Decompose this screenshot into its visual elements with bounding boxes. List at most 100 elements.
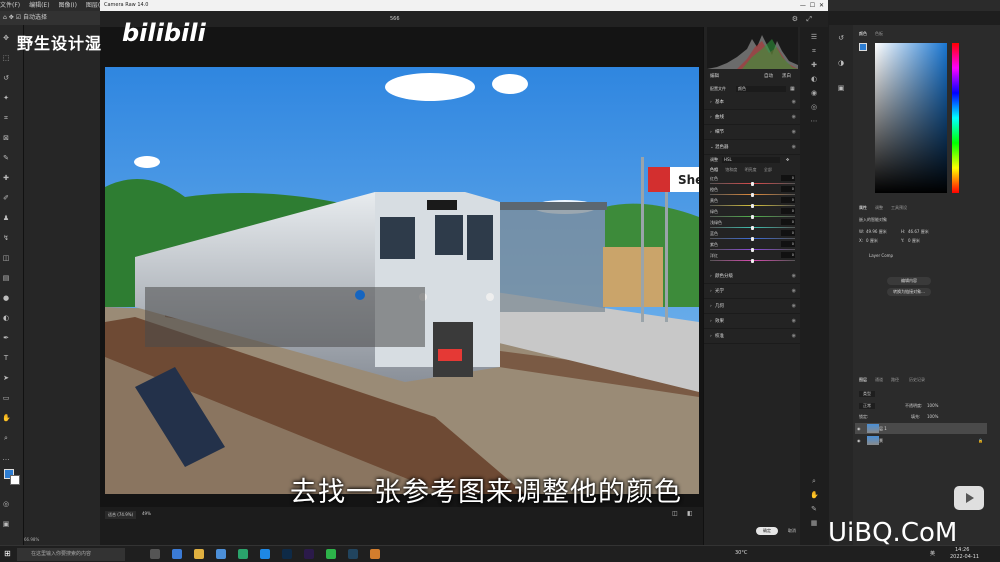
color-swatches[interactable] (2, 469, 21, 487)
eye-icon[interactable]: ◉ (792, 284, 796, 299)
healing-brush-icon[interactable]: ✚ (2, 174, 10, 182)
slider-value[interactable]: 0 (781, 230, 795, 236)
app-icon[interactable] (370, 549, 380, 559)
clock-date[interactable]: 2022-04-11 (950, 554, 979, 560)
edit-contents-button[interactable]: 编辑内容 (887, 277, 931, 285)
slider-value[interactable]: 0 (781, 175, 795, 181)
type-tool-icon[interactable]: T (2, 354, 10, 362)
slider-knob[interactable] (751, 225, 754, 230)
eye-icon[interactable]: ◉ (792, 269, 796, 284)
file-explorer-icon[interactable] (194, 549, 204, 559)
quick-mask-icon[interactable]: ◎ (2, 500, 10, 508)
eye-icon[interactable]: ◉ (792, 125, 796, 140)
menu-image[interactable]: 图像(I) (58, 0, 76, 11)
auto-select-checkbox[interactable]: ☑ (16, 14, 21, 21)
tab-all[interactable]: 全部 (764, 167, 772, 172)
redeye-icon[interactable]: ◉ (810, 89, 818, 97)
more-icon[interactable]: ⋯ (810, 117, 818, 125)
section-effects[interactable]: › 效果 ◉ (704, 314, 801, 329)
tab-color[interactable]: 颜色 (859, 31, 867, 37)
hue-slider-row[interactable]: 绿色 0 (704, 208, 801, 219)
layer-kind-filter[interactable]: 类型 (859, 391, 875, 397)
blend-mode-select[interactable]: 正常 (859, 403, 875, 409)
menu-edit[interactable]: 编辑(E) (29, 0, 49, 11)
fullscreen-icon[interactable]: ⤢ (806, 11, 812, 27)
section-calibration[interactable]: › 校准 ◉ (704, 329, 801, 344)
browser-icon[interactable] (260, 549, 270, 559)
section-optics[interactable]: › 光学 ◉ (704, 284, 801, 299)
hand-tool-icon[interactable]: ✋ (2, 414, 11, 422)
opacity-value[interactable]: 100% (927, 403, 938, 408)
eye-icon[interactable]: ◉ (792, 95, 796, 110)
slider-value[interactable]: 0 (781, 208, 795, 214)
pen-tool-icon[interactable]: ✒ (2, 334, 10, 342)
hue-slider-row[interactable]: 黄色 0 (704, 197, 801, 208)
cancel-button[interactable]: 取消 (784, 527, 800, 535)
minimize-icon[interactable]: — (800, 2, 806, 9)
path-select-icon[interactable]: ➤ (2, 374, 10, 382)
width-value[interactable]: 49.96 厘米 (866, 229, 887, 235)
fit-zoom-select[interactable]: 适合 (74.9%) (105, 511, 137, 519)
brush-tool-icon[interactable]: ✐ (2, 194, 10, 202)
maximize-icon[interactable]: ☐ (810, 2, 815, 9)
slider-knob[interactable] (751, 236, 754, 241)
section-basic[interactable]: › 基本 ◉ (704, 95, 801, 110)
app-icon[interactable] (238, 549, 248, 559)
blur-tool-icon[interactable]: ● (2, 294, 10, 302)
lasso-tool-icon[interactable]: ↺ (2, 74, 10, 82)
eraser-icon[interactable]: ◫ (2, 254, 10, 262)
color-picker-field[interactable] (875, 43, 947, 193)
weather-temperature[interactable]: 30°C (735, 550, 747, 556)
photoshop-icon[interactable] (282, 549, 292, 559)
crop-tool-icon[interactable]: ⌗ (2, 114, 10, 122)
hue-slider-row[interactable]: 橙色 0 (704, 186, 801, 197)
convert-linked-button[interactable]: 转换为链接对象... (887, 288, 931, 296)
tab-channels[interactable]: 通道 (875, 377, 883, 383)
photoshop-icon[interactable] (348, 549, 358, 559)
slider-knob[interactable] (751, 214, 754, 219)
visibility-eye-icon[interactable]: ◉ (857, 435, 861, 446)
eye-icon[interactable]: ◉ (792, 314, 796, 329)
slider-knob[interactable] (751, 258, 754, 263)
compare-icon[interactable]: ◧ (687, 510, 693, 517)
tab-adjustments[interactable]: 调整 (875, 205, 883, 211)
foreground-swatch[interactable] (859, 43, 867, 51)
grid-icon[interactable]: ▦ (810, 519, 818, 527)
wechat-icon[interactable] (326, 549, 336, 559)
clock-time[interactable]: 14:26 (955, 547, 969, 553)
presets-icon[interactable]: ◎ (810, 103, 818, 111)
tab-luminance[interactable]: 明亮度 (745, 167, 757, 172)
auto-button[interactable]: 自动 (764, 71, 773, 83)
slider-value[interactable]: 0 (781, 186, 795, 192)
layer-row[interactable]: ◉ 图层 1 (855, 423, 987, 434)
move-tool-icon[interactable]: ✥ (2, 34, 10, 42)
confirm-button[interactable]: 确定 (756, 527, 778, 535)
slider-value[interactable]: 0 (781, 252, 795, 258)
task-view-icon[interactable] (150, 549, 160, 559)
zoom-icon[interactable]: ⌕ (810, 477, 818, 485)
section-geometry[interactable]: › 几何 ◉ (704, 299, 801, 314)
height-value[interactable]: 46.67 厘米 (908, 229, 929, 235)
app-icon[interactable] (216, 549, 226, 559)
edit-icon[interactable]: ☰ (810, 33, 818, 41)
section-detail[interactable]: › 细节 ◉ (704, 125, 801, 140)
home-icon[interactable]: ⌂ (3, 14, 7, 21)
hue-slider-row[interactable]: 紫色 0 (704, 241, 801, 252)
tab-layers[interactable]: 图层 (859, 377, 867, 383)
tab-tool-presets[interactable]: 工具预设 (891, 205, 907, 211)
adjust-panel-icon[interactable]: ◑ (837, 59, 845, 67)
taskbar-search-input[interactable]: 在这里输入你要搜索的内容 (17, 548, 125, 561)
eye-icon[interactable]: ◉ (792, 110, 796, 125)
layer-row[interactable]: ◉ 背景 🔒 (855, 435, 987, 446)
hue-slider[interactable] (952, 43, 959, 193)
hue-slider-row[interactable]: 红色 0 (704, 175, 801, 186)
eye-icon[interactable]: ◉ (792, 299, 796, 314)
crop-icon[interactable]: ⌗ (810, 47, 818, 55)
slider-knob[interactable] (751, 192, 754, 197)
section-mixer[interactable]: ⌄混色器 ◉ (704, 140, 801, 155)
ime-indicator[interactable]: 英 (930, 550, 935, 557)
tab-history[interactable]: 历史记录 (909, 377, 925, 383)
magic-wand-icon[interactable]: ✦ (2, 94, 10, 102)
eye-icon[interactable]: ◉ (792, 329, 796, 344)
zoom-tool-icon[interactable]: ⌕ (2, 434, 10, 442)
